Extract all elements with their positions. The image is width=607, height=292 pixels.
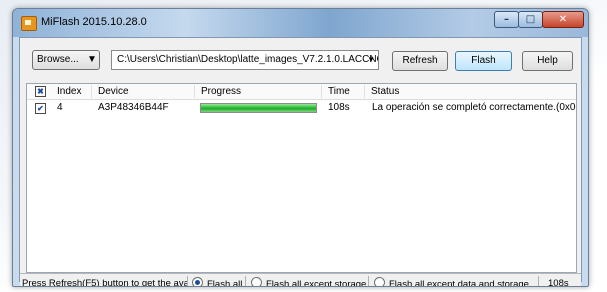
progress-fill: [201, 104, 316, 112]
radio-icon[interactable]: [374, 277, 385, 286]
column-divider[interactable]: [194, 85, 195, 98]
window-title: MiFlash 2015.10.28.0: [41, 16, 147, 28]
image-path-value: C:\Users\Christian\Desktop\latte_images_…: [117, 54, 379, 65]
status-divider: [368, 276, 369, 286]
status-hint: Press Refresh(F5) button to get the avai…: [22, 278, 187, 287]
status-divider: [538, 276, 539, 286]
row-status: La operación se completó correctamente.(…: [372, 102, 576, 113]
option-flash-all-except-data-storage-label: Flash all except data and storage: [389, 279, 529, 287]
status-divider: [187, 276, 188, 286]
flash-progress-bar: [200, 103, 317, 113]
device-table: ✖ Index Device Progress Time Status ✔ 4 …: [26, 83, 577, 273]
column-header-device[interactable]: Device: [98, 86, 129, 97]
column-divider[interactable]: [364, 85, 365, 98]
option-flash-all[interactable]: Flash all: [192, 277, 243, 287]
help-button[interactable]: Help: [522, 51, 573, 71]
chevron-down-icon[interactable]: ▼: [367, 51, 375, 69]
browse-dropdown-button[interactable]: ▼: [85, 50, 100, 70]
row-time: 108s: [328, 102, 350, 113]
radio-icon[interactable]: [251, 277, 262, 286]
miflash-app-icon: [21, 16, 37, 31]
refresh-button[interactable]: Refresh: [392, 51, 448, 71]
title-bar[interactable]: MiFlash 2015.10.28.0 – □ ✕: [13, 9, 588, 37]
column-header-status[interactable]: Status: [371, 86, 399, 97]
row-index: 4: [57, 102, 63, 113]
option-flash-all-except-data-storage[interactable]: Flash all except data and storage: [374, 277, 529, 287]
column-divider[interactable]: [321, 85, 322, 98]
table-header: ✖ Index Device Progress Time Status: [27, 84, 576, 100]
maximize-button[interactable]: □: [518, 11, 543, 28]
column-header-index[interactable]: Index: [57, 86, 81, 97]
image-path-combobox[interactable]: C:\Users\Christian\Desktop\latte_images_…: [111, 50, 379, 70]
option-flash-all-label: Flash all: [207, 279, 243, 287]
miflash-window: MiFlash 2015.10.28.0 – □ ✕ Browse... ▼ C…: [12, 8, 589, 287]
minimize-button[interactable]: –: [494, 11, 519, 28]
row-checkbox[interactable]: ✔: [35, 103, 46, 114]
elapsed-time: 108s: [548, 278, 569, 287]
status-bar: Press Refresh(F5) button to get the avai…: [20, 273, 581, 287]
select-all-checkbox[interactable]: ✖: [35, 86, 46, 97]
main-panel: Browse... ▼ C:\Users\Christian\Desktop\l…: [19, 37, 582, 286]
column-header-time[interactable]: Time: [328, 86, 350, 97]
close-button[interactable]: ✕: [542, 11, 584, 28]
flash-button[interactable]: Flash: [455, 51, 512, 71]
status-divider: [245, 276, 246, 286]
radio-icon[interactable]: [192, 277, 203, 286]
row-device-id: A3P48346B44F: [98, 102, 169, 113]
column-divider[interactable]: [91, 85, 92, 98]
table-row[interactable]: ✔ 4 A3P48346B44F 108s La operación se co…: [27, 100, 576, 116]
option-flash-all-except-storage[interactable]: Flash all except storage: [251, 277, 367, 287]
column-header-progress[interactable]: Progress: [201, 86, 241, 97]
option-flash-all-except-storage-label: Flash all except storage: [266, 279, 367, 287]
